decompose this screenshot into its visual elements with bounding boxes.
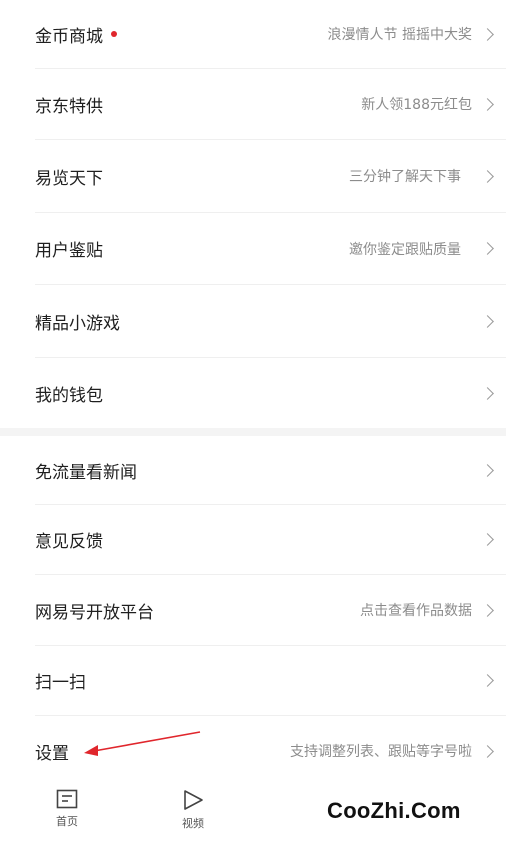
menu-item-world-view[interactable]: 易览天下 三分钟了解天下事 bbox=[0, 140, 506, 212]
menu-item-settings[interactable]: 设置 支持调整列表、跟贴等字号啦 bbox=[0, 716, 506, 786]
menu-item-scan[interactable]: 扫一扫 bbox=[0, 646, 506, 715]
chevron-right-icon bbox=[481, 386, 494, 400]
menu-item-wallet[interactable]: 我的钱包 bbox=[0, 358, 506, 428]
chevron-right-icon bbox=[481, 27, 494, 41]
watermark: CooZhi.Com bbox=[327, 798, 461, 823]
tab-label: 首页 bbox=[56, 815, 78, 828]
tab-video[interactable]: 视频 bbox=[163, 789, 223, 831]
chevron-right-icon bbox=[481, 533, 494, 546]
menu-item-label: 扫一扫 bbox=[35, 673, 86, 693]
menu-item-label: 易览天下 bbox=[35, 168, 103, 189]
section-gap bbox=[0, 428, 506, 436]
menu-item-label: 精品小游戏 bbox=[35, 313, 120, 334]
tab-label: 视频 bbox=[182, 817, 204, 830]
menu-item-subtext: 浪漫情人节 摇摇中大奖 bbox=[327, 27, 472, 43]
menu-item-subtext: 三分钟了解天下事 bbox=[349, 169, 461, 185]
chevron-right-icon bbox=[481, 744, 494, 758]
chevron-right-icon bbox=[481, 603, 494, 617]
annotation-arrow-icon bbox=[84, 731, 201, 756]
menu-item-label: 金币商城 bbox=[35, 22, 117, 47]
menu-item-label: 京东特供 bbox=[35, 96, 103, 117]
menu-item-subtext: 点击查看作品数据 bbox=[360, 603, 472, 619]
menu-item-subtext: 新人领188元红包 bbox=[361, 97, 472, 113]
menu-item-label-text: 金币商城 bbox=[35, 26, 103, 47]
menu-item-feedback[interactable]: 意见反馈 bbox=[0, 505, 506, 574]
menu-item-subtext: 邀你鉴定跟贴质量 bbox=[349, 241, 461, 258]
chevron-right-icon bbox=[481, 242, 494, 255]
menu-item-label: 网易号开放平台 bbox=[35, 602, 154, 623]
chevron-right-icon bbox=[481, 169, 494, 183]
home-doc-icon bbox=[56, 789, 78, 809]
menu-item-label: 用户鉴贴 bbox=[35, 241, 103, 261]
menu-item-label: 意见反馈 bbox=[35, 532, 103, 552]
menu-item-gold-mall[interactable]: 金币商城 浪漫情人节 摇摇中大奖 bbox=[0, 0, 506, 68]
play-icon bbox=[184, 790, 203, 810]
menu-item-user-review[interactable]: 用户鉴贴 邀你鉴定跟贴质量 bbox=[0, 213, 506, 284]
notification-dot bbox=[111, 31, 117, 37]
menu-item-label: 设置 bbox=[35, 743, 69, 764]
tab-home[interactable]: 首页 bbox=[37, 789, 97, 829]
chevron-right-icon bbox=[481, 463, 494, 477]
menu-item-free-data-news[interactable]: 免流量看新闻 bbox=[0, 436, 506, 504]
menu-item-subtext: 支持调整列表、跟贴等字号啦 bbox=[290, 744, 472, 760]
menu-item-jd-special[interactable]: 京东特供 新人领188元红包 bbox=[0, 69, 506, 139]
menu-item-open-platform[interactable]: 网易号开放平台 点击查看作品数据 bbox=[0, 575, 506, 645]
menu-item-mini-games[interactable]: 精品小游戏 bbox=[0, 285, 506, 357]
chevron-right-icon bbox=[481, 674, 494, 687]
menu-item-label: 我的钱包 bbox=[35, 385, 103, 406]
chevron-right-icon bbox=[481, 314, 494, 328]
chevron-right-icon bbox=[481, 97, 494, 111]
menu-item-label: 免流量看新闻 bbox=[35, 462, 137, 483]
